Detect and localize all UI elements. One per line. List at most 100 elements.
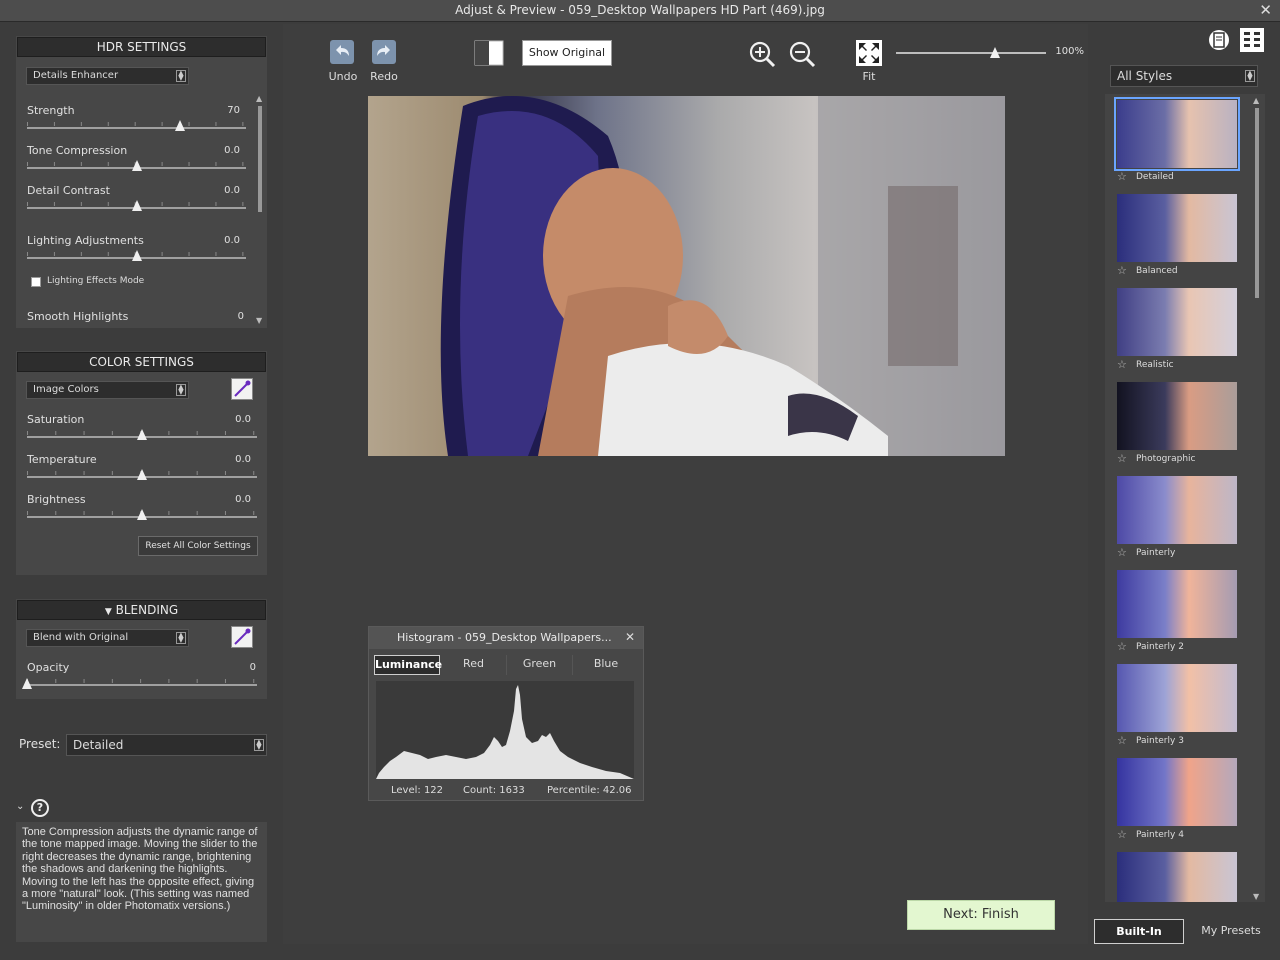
favorite-star-icon[interactable]: ☆: [1117, 734, 1127, 747]
undo-label[interactable]: Undo: [325, 70, 361, 83]
favorite-star-icon[interactable]: ☆: [1117, 264, 1127, 277]
chevron-updown-icon: ▲ ▼: [176, 384, 186, 396]
style-label: Painterly: [1136, 548, 1176, 558]
tab-built-in[interactable]: Built-In: [1094, 919, 1184, 944]
strength-track[interactable]: [27, 127, 246, 129]
help-icon[interactable]: ?: [31, 799, 49, 817]
style-thumbnail[interactable]: [1117, 476, 1237, 544]
style-label: Detailed: [1136, 172, 1174, 182]
saturation-slider-thumb[interactable]: [137, 429, 147, 440]
favorite-star-icon[interactable]: ☆: [1117, 452, 1127, 465]
style-thumbnail[interactable]: [1117, 288, 1237, 356]
favorite-star-icon[interactable]: ☆: [1117, 828, 1127, 841]
detail-contrast-slider-thumb[interactable]: [131, 200, 142, 211]
style-thumbnail[interactable]: [1117, 382, 1237, 450]
close-icon[interactable]: ✕: [1259, 1, 1272, 19]
color-mode-dropdown[interactable]: Image Colors ▲ ▼: [26, 381, 189, 399]
help-panel: Tone Compression adjusts the dynamic ran…: [16, 822, 267, 942]
scroll-up-icon[interactable]: ▲: [256, 94, 262, 103]
scroll-thumb[interactable]: [1255, 108, 1259, 298]
zoom-out-icon[interactable]: [788, 40, 816, 72]
histogram-window[interactable]: Histogram - 059_Desktop Wallpapers... ✕ …: [368, 626, 644, 801]
style-thumbnail[interactable]: [1117, 664, 1237, 732]
style-thumbnail[interactable]: [1117, 758, 1237, 826]
color-picker-icon[interactable]: [231, 378, 253, 400]
blend-mode-dropdown[interactable]: Blend with Original ▲ ▼: [26, 629, 189, 647]
style-thumbnail[interactable]: [1117, 852, 1237, 902]
opacity-track[interactable]: [27, 684, 257, 686]
scroll-thumb[interactable]: [258, 106, 262, 212]
scroll-down-icon[interactable]: ▼: [1253, 892, 1259, 901]
lighting-adjustments-slider-thumb[interactable]: [131, 250, 142, 261]
tab-luminance[interactable]: Luminance: [374, 655, 442, 675]
hdr-scrollbar[interactable]: ▲ ▼: [256, 94, 264, 326]
color-mode-value: Image Colors: [33, 384, 99, 395]
strength-slider-thumb[interactable]: [175, 120, 186, 131]
temperature-label: Temperature: [27, 453, 97, 466]
hdr-settings-panel: HDR SETTINGS Details Enhancer ▲ ▼ Strengt…: [16, 36, 267, 328]
show-original-button[interactable]: Show Original: [522, 40, 612, 66]
style-thumbnail[interactable]: [1117, 570, 1237, 638]
histogram-title: Histogram - 059_Desktop Wallpapers...: [369, 627, 643, 649]
lighting-effects-checkbox[interactable]: [31, 277, 41, 287]
preset-dropdown[interactable]: Detailed ▲ ▼: [66, 734, 267, 756]
close-icon[interactable]: ✕: [625, 630, 635, 644]
zoom-slider-track[interactable]: [896, 52, 1046, 54]
style-label: Photographic: [1136, 454, 1196, 464]
chevron-down-icon[interactable]: ⌄: [16, 801, 24, 812]
opacity-value: 0: [249, 662, 256, 673]
styles-scrollbar[interactable]: ▲ ▼: [1253, 96, 1261, 904]
style-label: Painterly 4: [1136, 830, 1184, 840]
temperature-value: 0.0: [235, 454, 251, 465]
styles-filter-dropdown[interactable]: All Styles ▲ ▼: [1110, 65, 1258, 87]
scroll-down-icon[interactable]: ▼: [256, 316, 262, 325]
redo-label[interactable]: Redo: [366, 70, 402, 83]
chevron-updown-icon: ▲ ▼: [176, 632, 186, 644]
tone-compression-slider-thumb[interactable]: [131, 160, 142, 171]
view-detail-icon[interactable]: [1208, 29, 1230, 55]
tab-red[interactable]: Red: [441, 655, 507, 675]
scroll-up-icon[interactable]: ▲: [1253, 96, 1259, 105]
blending-header: ▼ BLENDING: [17, 600, 266, 620]
detail-contrast-label: Detail Contrast: [27, 184, 110, 197]
favorite-star-icon[interactable]: ☆: [1117, 358, 1127, 371]
zoom-in-icon[interactable]: [748, 40, 776, 72]
chevron-updown-icon: ▲ ▼: [254, 739, 264, 751]
color-settings-header: COLOR SETTINGS: [17, 352, 266, 372]
temperature-slider-thumb[interactable]: [137, 469, 147, 480]
brightness-slider-thumb[interactable]: [137, 509, 147, 520]
tab-blue[interactable]: Blue: [573, 655, 639, 675]
style-thumbnail[interactable]: [1117, 194, 1237, 262]
fit-icon[interactable]: [856, 40, 882, 70]
zoom-slider-thumb[interactable]: [990, 47, 1000, 58]
histogram-level: Level: 122: [391, 785, 444, 796]
style-thumbnail[interactable]: [1114, 97, 1240, 171]
redo-icon[interactable]: [372, 40, 396, 68]
hdr-method-dropdown[interactable]: Details Enhancer ▲ ▼: [26, 67, 189, 85]
split-view-icon[interactable]: [474, 40, 504, 70]
tone-compression-label: Tone Compression: [27, 144, 128, 157]
histogram-count: Count: 1633: [463, 785, 525, 796]
window-title: Adjust & Preview - 059_Desktop Wallpaper…: [455, 3, 825, 17]
tab-my-presets[interactable]: My Presets: [1186, 919, 1276, 944]
chevron-updown-icon: ▲ ▼: [176, 70, 186, 82]
lighting-adjustments-label: Lighting Adjustments: [27, 234, 144, 247]
style-label: Painterly 3: [1136, 736, 1184, 746]
preset-value: Detailed: [73, 738, 124, 752]
favorite-star-icon[interactable]: ☆: [1117, 640, 1127, 653]
blend-picker-icon[interactable]: [231, 626, 253, 648]
hdr-method-value: Details Enhancer: [33, 70, 119, 81]
help-toggle[interactable]: ⌄ ?: [16, 799, 56, 817]
styles-filter-value: All Styles: [1117, 69, 1173, 83]
chevron-down-icon[interactable]: ▼: [105, 607, 112, 617]
favorite-star-icon[interactable]: ☆: [1117, 546, 1127, 559]
view-grid-icon[interactable]: [1240, 28, 1264, 56]
tab-green[interactable]: Green: [507, 655, 573, 675]
favorite-star-icon[interactable]: ☆: [1117, 170, 1127, 183]
opacity-slider-thumb[interactable]: [22, 678, 32, 689]
brightness-label: Brightness: [27, 493, 86, 506]
fit-label[interactable]: Fit: [851, 70, 887, 83]
undo-icon[interactable]: [330, 40, 354, 68]
next-finish-button[interactable]: Next: Finish: [907, 900, 1055, 930]
reset-color-settings-button[interactable]: Reset All Color Settings: [138, 536, 258, 556]
